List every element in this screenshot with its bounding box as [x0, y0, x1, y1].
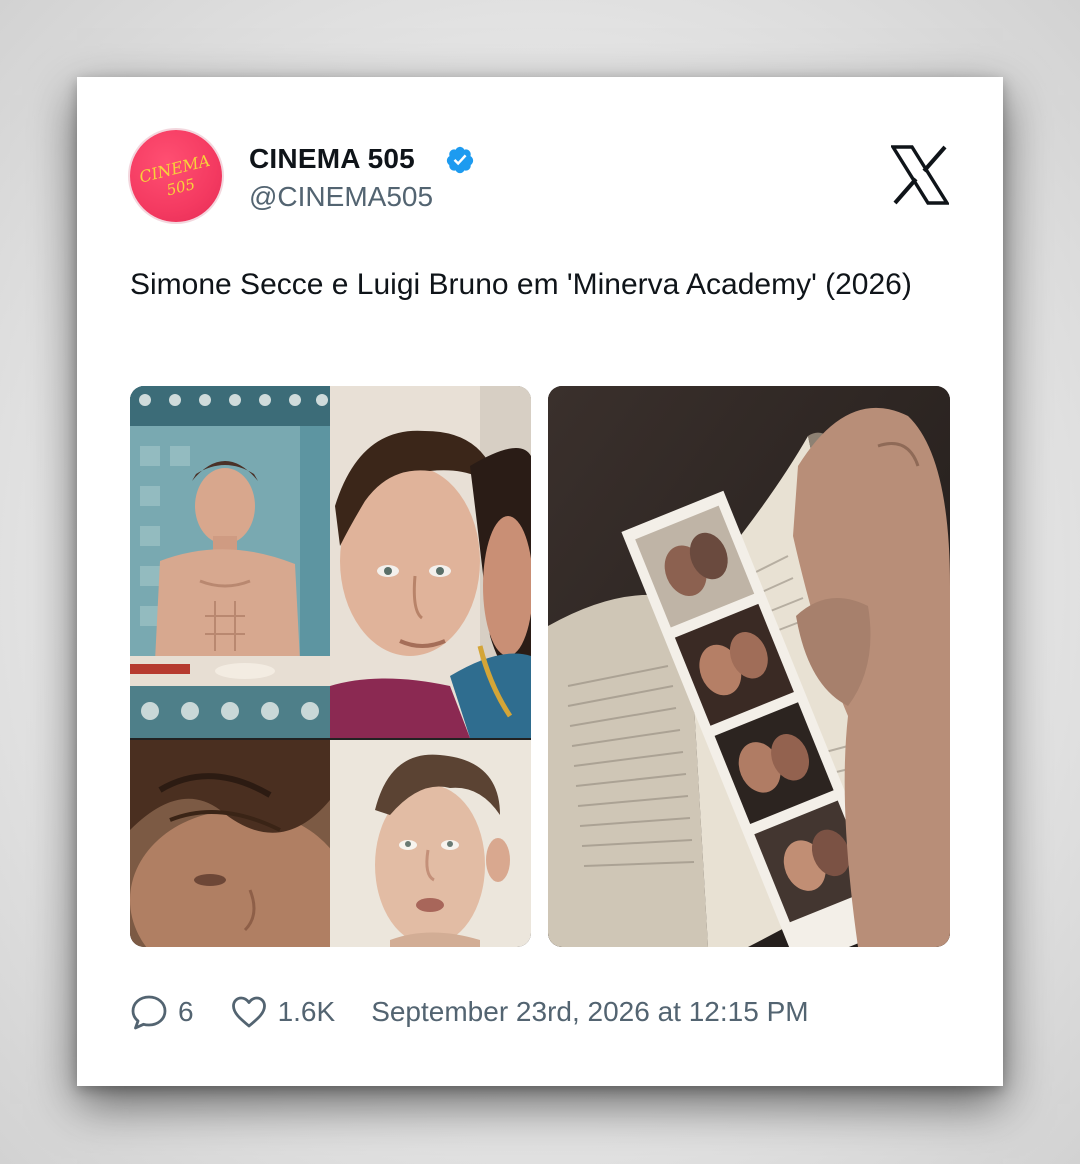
reply-icon	[130, 993, 168, 1031]
avatar-logo: CINEMA 505	[137, 151, 212, 200]
like-count: 1.6K	[277, 996, 336, 1027]
heart-icon	[230, 993, 268, 1031]
avatar[interactable]: CINEMA 505	[130, 130, 222, 222]
media-grid	[130, 386, 950, 947]
photo-book-with-photostrip	[548, 386, 950, 947]
author-display-name[interactable]: CINEMA 505	[249, 143, 415, 175]
verified-badge-icon	[446, 146, 474, 174]
post-card: CINEMA 505 CINEMA 505 @CINEMA505 Simone …	[77, 77, 1003, 1086]
collage-photo-kitchen[interactable]	[130, 386, 330, 738]
reply-count: 6	[178, 996, 194, 1027]
post-timestamp[interactable]: September 23rd, 2026 at 12:15 PM	[371, 996, 808, 1028]
collage-photo-wet-hair[interactable]	[130, 740, 330, 947]
like-action[interactable]: 1.6K	[230, 993, 336, 1031]
post-text: Simone Secce e Luigi Bruno em 'Minerva A…	[130, 268, 912, 301]
reply-action[interactable]: 6	[130, 993, 194, 1031]
collage-photo-looking-up[interactable]	[330, 740, 531, 947]
media-collage[interactable]	[130, 386, 531, 947]
collage-photo-closeup-pair[interactable]	[330, 386, 531, 738]
x-logo-icon[interactable]	[891, 145, 949, 205]
media-photo-book[interactable]	[548, 386, 950, 947]
author-handle[interactable]: @CINEMA505	[249, 181, 433, 213]
post-footer: 6 1.6K September 23rd, 2026 at 12:15 PM	[130, 989, 809, 1035]
